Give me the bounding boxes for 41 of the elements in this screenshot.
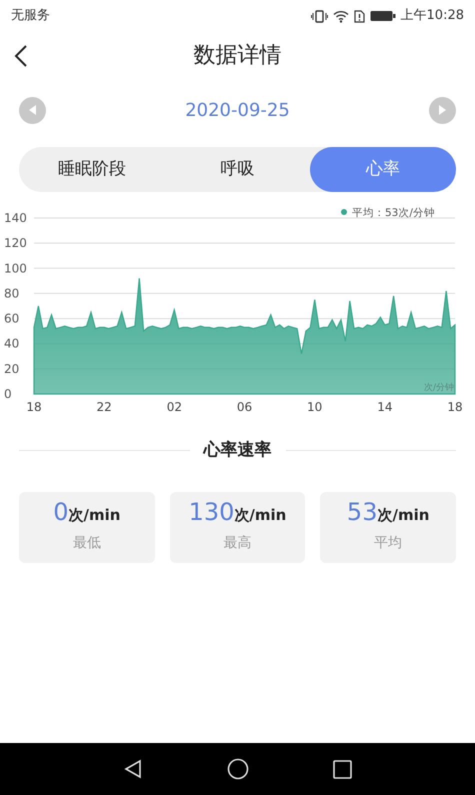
stat-value: 0: [53, 500, 68, 524]
carrier-text: 无服务: [11, 7, 50, 26]
stat-label: 平均: [374, 534, 402, 553]
right-triangle-icon: [436, 104, 448, 116]
x-tick-label: 18: [447, 400, 463, 414]
legend-label: 平均：53次/分钟: [352, 207, 435, 219]
x-tick-label: 10: [307, 400, 322, 414]
stat-value: 130: [188, 500, 234, 524]
x-tick-label: 18: [26, 400, 42, 414]
vibrate-icon: [310, 10, 328, 22]
stat-unit: 次/min: [377, 505, 430, 526]
left-triangle-icon: [26, 104, 38, 116]
tab[interactable]: 睡眠阶段: [19, 147, 165, 192]
stat-label: 最低: [72, 534, 101, 553]
y-tick-label: 140: [4, 211, 27, 225]
x-tick-label: 14: [377, 400, 392, 414]
stat-label: 最高: [223, 534, 252, 553]
clock-text: 上午10:28: [400, 7, 464, 26]
page-title: 数据详情: [194, 42, 282, 70]
stat-value: 53: [346, 500, 378, 524]
x-tick-label: 06: [236, 400, 252, 414]
y-tick-label: 100: [4, 261, 27, 276]
y-tick-label: 120: [4, 236, 27, 250]
y-tick-label: 80: [4, 286, 20, 300]
wifi-icon: [332, 10, 349, 22]
stat-unit: 次/min: [234, 505, 286, 526]
recent-apps-icon[interactable]: [333, 760, 352, 778]
sim-alert-icon: [354, 10, 365, 22]
x-tick-label: 02: [166, 400, 182, 414]
tab[interactable]: 呼吸: [164, 147, 310, 192]
section-title: 心率速率: [204, 439, 272, 462]
y-tick-label: 0: [4, 387, 12, 401]
stat-unit: 次/min: [68, 505, 120, 526]
y-tick-label: 20: [4, 362, 20, 376]
home-icon[interactable]: [227, 758, 249, 780]
battery-icon: [370, 10, 396, 22]
date-text: 2020-09-25: [185, 98, 290, 122]
x-tick-label: 22: [96, 400, 112, 414]
back-icon[interactable]: [123, 759, 143, 779]
y-tick-label: 40: [4, 336, 20, 351]
y-tick-label: 60: [4, 312, 20, 326]
